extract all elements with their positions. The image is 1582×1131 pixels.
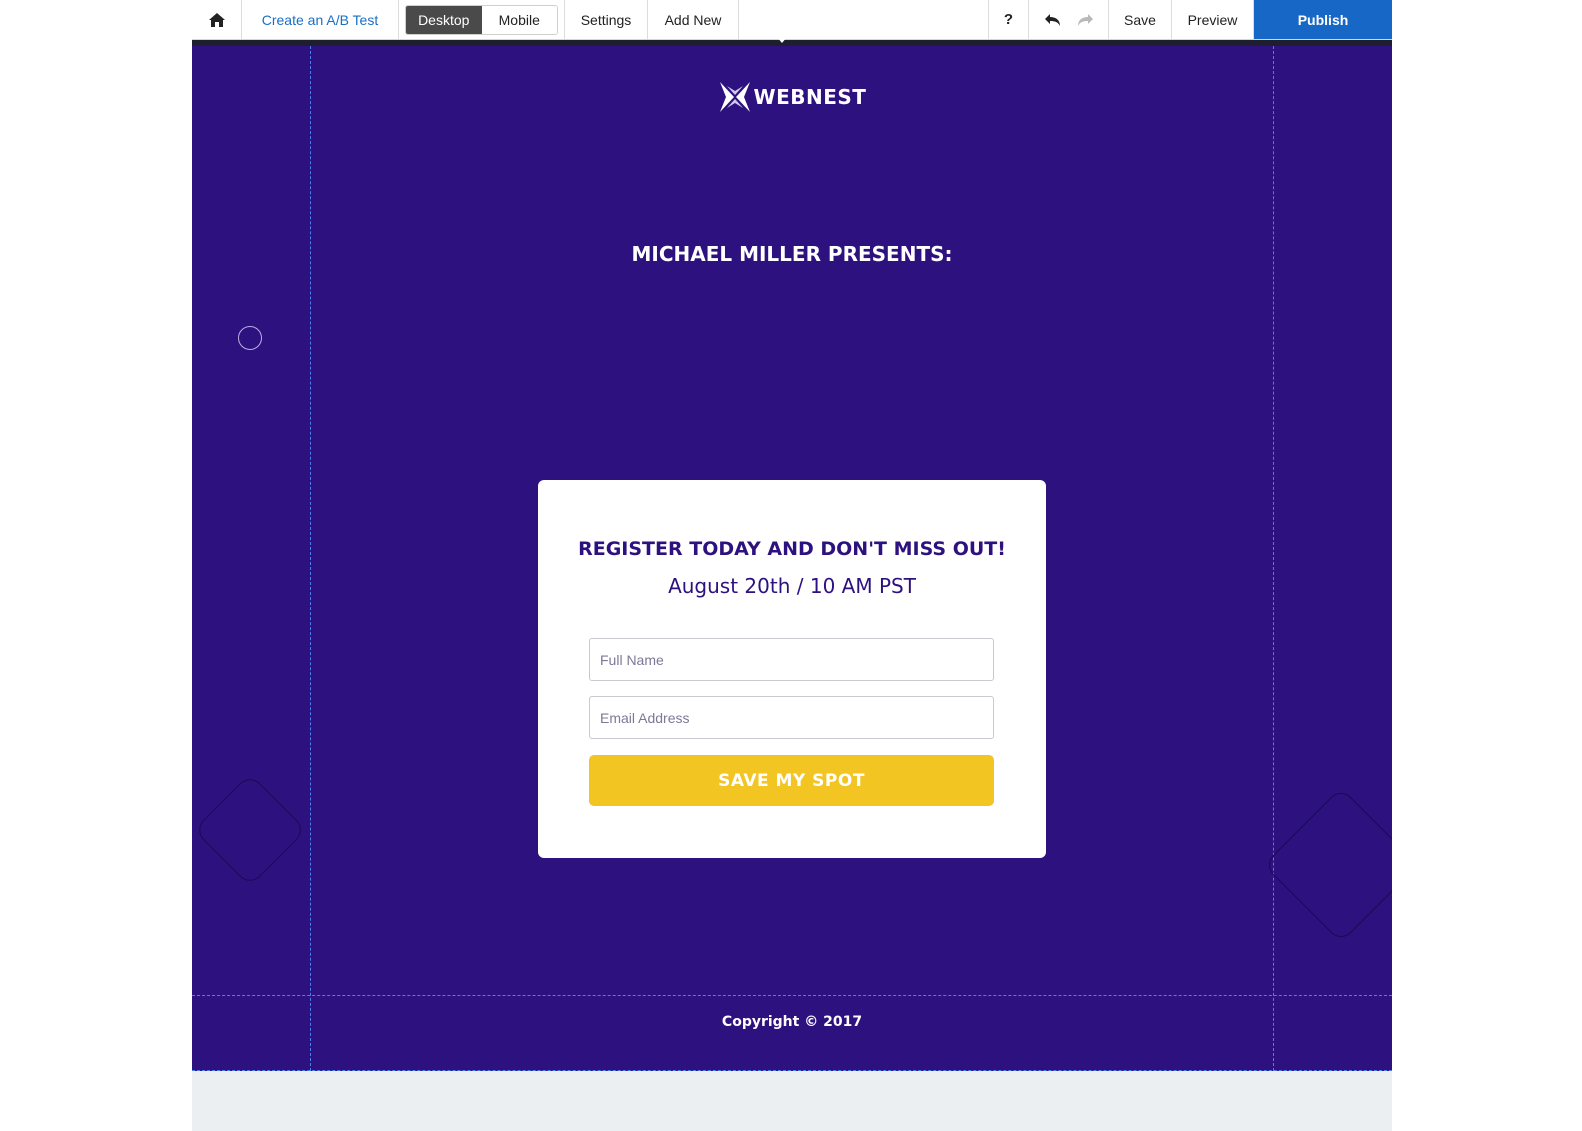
canvas-top-edge [192,40,1392,46]
editor-frame: Create an A/B Test Desktop Mobile Settin… [192,0,1392,1131]
full-name-input[interactable] [589,638,994,681]
editor-toolbar: Create an A/B Test Desktop Mobile Settin… [192,0,1392,40]
guide-line-left [310,46,311,1071]
logo-mark-icon [718,80,752,114]
guide-line-right [1273,46,1274,1071]
home-button[interactable] [192,0,242,39]
site-logo[interactable]: WEBNEST [192,80,1392,114]
page-canvas[interactable]: WEBNEST MICHAEL MILLER PRESENTS: REGISTE… [192,40,1392,1071]
decorative-circle [238,326,262,350]
preview-button[interactable]: Preview [1172,0,1254,39]
undo-icon[interactable] [1044,13,1062,27]
save-my-spot-button[interactable]: SAVE MY SPOT [589,755,994,806]
event-date: August 20th / 10 AM PST [668,574,916,598]
help-button[interactable]: ? [989,0,1029,39]
presenter-heading: MICHAEL MILLER PRESENTS: [631,242,953,266]
footer-copyright: Copyright © 2017 [721,1014,863,1030]
registration-card: REGISTER TODAY AND DON'T MISS OUT! Augus… [538,480,1046,858]
settings-button[interactable]: Settings [565,0,648,39]
home-icon [208,12,226,28]
decorative-diamond-left [193,773,307,887]
toolbar-pointer [777,37,787,43]
history-controls [1029,0,1109,39]
desktop-view-button[interactable]: Desktop [406,5,482,34]
registration-title: REGISTER TODAY AND DON'T MISS OUT! [578,538,1006,560]
decorative-diamond-right [1263,787,1392,943]
guide-line-footer [192,995,1392,996]
create-ab-test-link[interactable]: Create an A/B Test [242,0,399,39]
mobile-view-button[interactable]: Mobile [481,5,557,34]
publish-button[interactable]: Publish [1254,0,1392,39]
logo-text: WEBNEST [753,85,867,109]
save-button[interactable]: Save [1109,0,1172,39]
canvas-bottom-area [192,1071,1392,1131]
toolbar-spacer [739,0,989,39]
add-new-button[interactable]: Add New [648,0,739,39]
view-toggle: Desktop Mobile [399,0,565,39]
email-address-input[interactable] [589,696,994,739]
redo-icon[interactable] [1076,13,1094,27]
